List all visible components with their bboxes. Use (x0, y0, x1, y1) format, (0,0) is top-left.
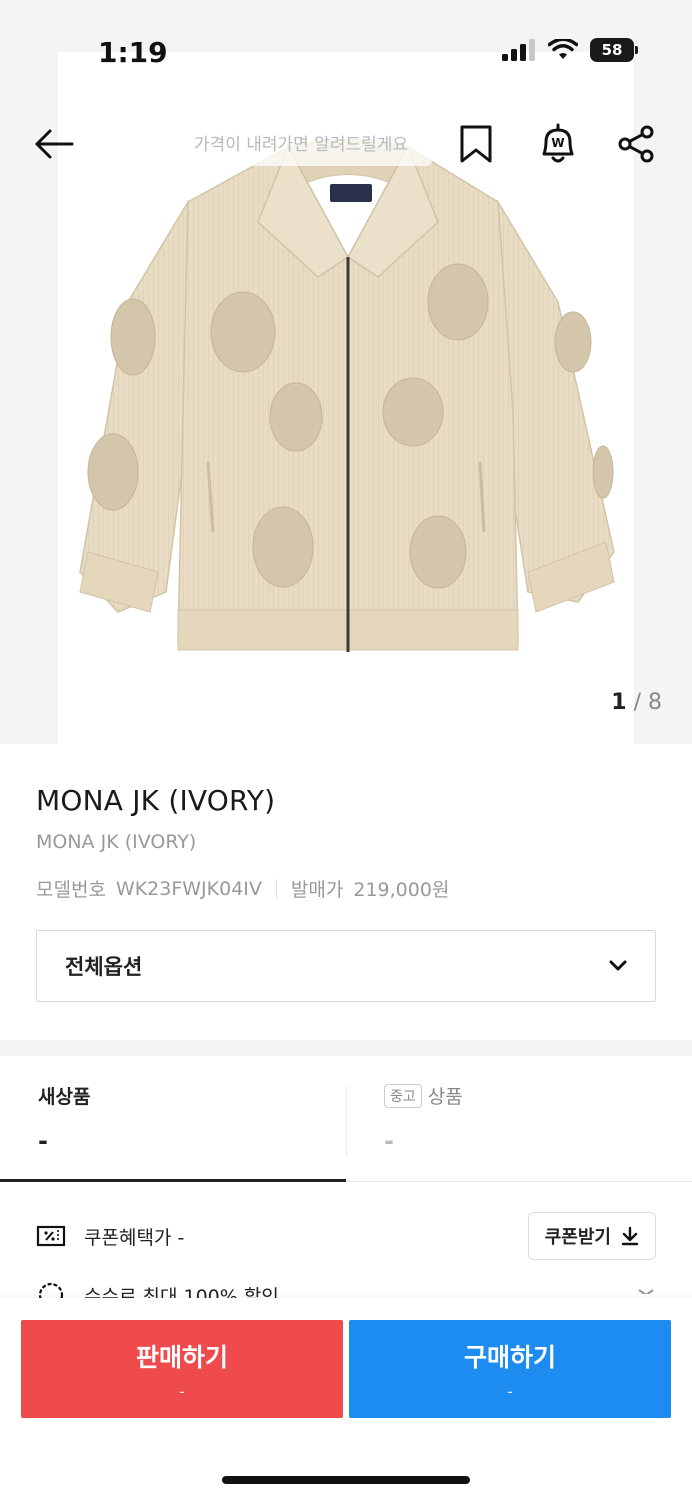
battery-indicator: 58 (590, 38, 638, 62)
wifi-icon (548, 39, 578, 59)
page-separator: / (633, 690, 641, 715)
discount-badge-icon (38, 1282, 64, 1300)
svg-text:W: W (551, 136, 564, 150)
meta-divider (275, 878, 277, 899)
product-gallery[interactable]: 1 / 8 (0, 0, 692, 744)
bookmark-button[interactable] (448, 116, 504, 172)
share-icon (618, 125, 654, 163)
option-select-label: 전체옵션 (65, 955, 143, 979)
coupon-row: 쿠폰혜택가 - 쿠폰받기 (0, 1210, 692, 1262)
bookmark-icon (460, 125, 492, 163)
image-page-indicator: 1 / 8 (611, 690, 662, 715)
option-select[interactable]: 전체옵션 (36, 930, 656, 1002)
buy-button-label: 구매하기 (463, 1342, 556, 1372)
battery-level: 58 (601, 41, 623, 59)
buy-button[interactable]: 구매하기 - (349, 1320, 671, 1418)
sell-button[interactable]: 판매하기 - (21, 1320, 343, 1418)
top-nav: 가격이 내려가면 알려드릴게요 W (0, 116, 692, 172)
price-alert-bell-icon: W (542, 123, 574, 163)
release-price: 219,000원 (353, 879, 450, 901)
product-info: MONA JK (IVORY) MONA JK (IVORY) 모델번호 WK2… (0, 744, 692, 1002)
tab-new-price: - (38, 1127, 48, 1155)
get-coupon-label: 쿠폰받기 (544, 1227, 611, 1248)
sell-button-price: - (179, 1381, 185, 1401)
price-alert-tooltip: 가격이 내려가면 알려드릴게요 (170, 118, 432, 166)
fee-discount-row[interactable]: 수수료 최대 100% 할인 (0, 1280, 692, 1300)
sell-button-label: 판매하기 (135, 1342, 228, 1372)
tab-used-label-row: 중고 상품 (384, 1082, 654, 1109)
status-time: 1:19 (98, 36, 168, 69)
section-divider (0, 1040, 692, 1056)
model-number-label: 모델번호 (36, 879, 106, 901)
cellular-signal-icon (502, 39, 535, 61)
product-title: MONA JK (IVORY) (36, 784, 276, 817)
total-pages: 8 (648, 690, 662, 715)
status-icons: 58 (502, 38, 638, 62)
chevron-down-icon (609, 960, 627, 971)
coupon-benefit-price: 쿠폰혜택가 - (84, 1226, 185, 1249)
arrow-left-icon (35, 129, 74, 159)
get-coupon-button[interactable]: 쿠폰받기 (527, 1212, 656, 1260)
buy-button-price: - (507, 1381, 513, 1401)
tab-new-label: 새상품 (38, 1086, 91, 1108)
chevron-down-icon (638, 1289, 654, 1294)
release-price-label: 발매가 (290, 879, 344, 901)
product-subtitle: MONA JK (IVORY) (36, 831, 197, 853)
tab-used-price: - (384, 1127, 394, 1155)
coupon-icon (36, 1225, 66, 1247)
price-alert-button[interactable]: W (530, 116, 586, 172)
active-tab-indicator (0, 1179, 346, 1182)
tab-used-label: 상품 (427, 1086, 463, 1108)
tab-used-product[interactable]: 중고 상품 - (346, 1056, 692, 1182)
tab-new-product[interactable]: 새상품 - (0, 1056, 346, 1182)
model-number: WK23FWJK04IV (115, 877, 262, 900)
home-indicator[interactable] (222, 1476, 470, 1484)
condition-tabs: 새상품 - 중고 상품 - (0, 1056, 692, 1182)
current-page: 1 (611, 690, 627, 715)
used-badge: 중고 (384, 1083, 422, 1108)
back-button[interactable] (26, 116, 82, 172)
status-bar: 1:19 58 (0, 0, 692, 100)
price-alert-text: 가격이 내려가면 알려드릴게요 (193, 134, 409, 155)
product-meta: 모델번호 WK23FWJK04IV 발매가 219,000원 (36, 875, 656, 902)
bottom-action-bar: 판매하기 - 구매하기 - (0, 1298, 692, 1500)
download-icon (621, 1226, 639, 1246)
share-button[interactable] (608, 116, 664, 172)
